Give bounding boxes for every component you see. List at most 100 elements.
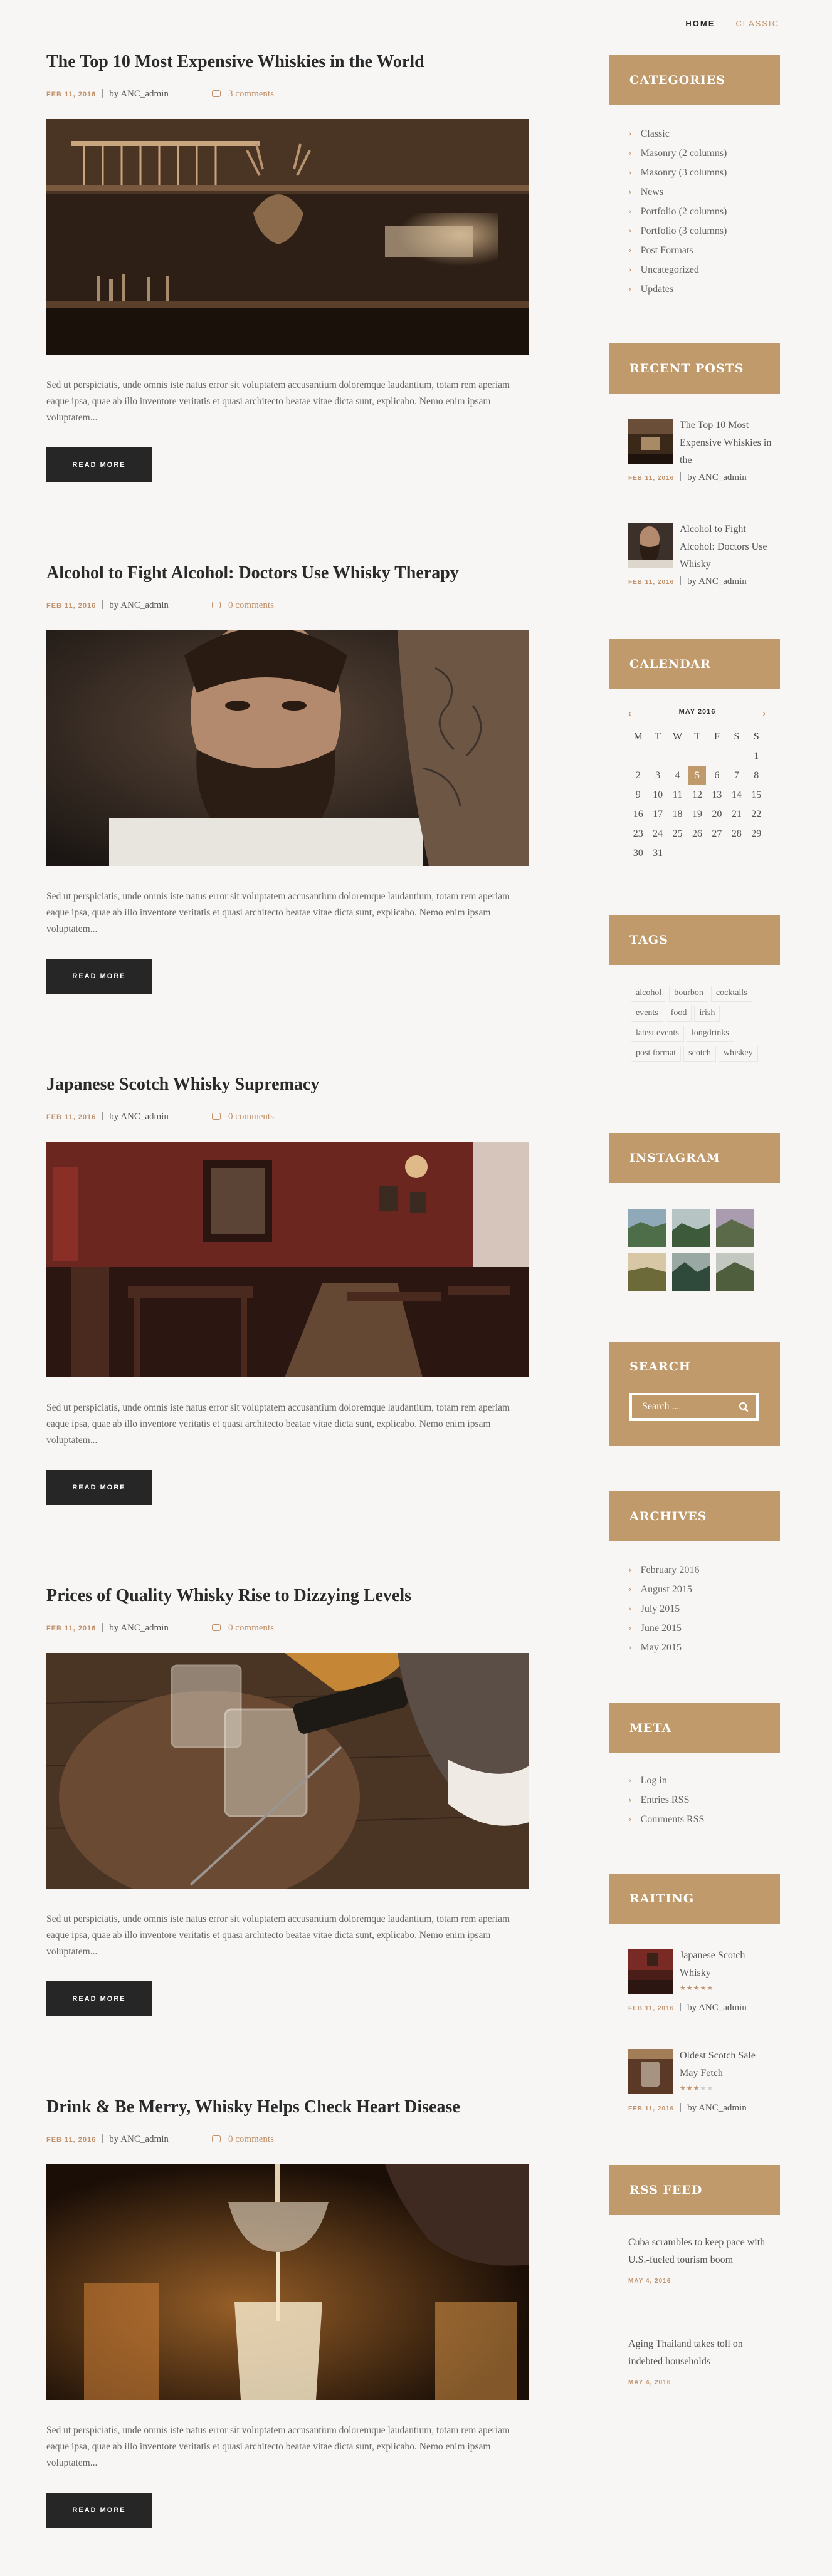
category-item[interactable]: › Portfolio (2 columns): [628, 202, 779, 221]
calendar-day[interactable]: 10: [648, 785, 667, 805]
calendar-next-icon[interactable]: ›: [762, 708, 766, 718]
meta-link[interactable]: › Entries RSS: [628, 1790, 779, 1810]
post-title[interactable]: Alcohol to Fight Alcohol: Doctors Use Wh…: [46, 561, 529, 585]
meta-link[interactable]: › Log in: [628, 1771, 779, 1790]
recent-post-thumbnail[interactable]: [628, 419, 673, 464]
calendar-day[interactable]: 20: [707, 805, 727, 824]
rating-date[interactable]: FEB 11, 2016: [628, 2105, 674, 2112]
instagram-photo[interactable]: [628, 1253, 666, 1291]
post-author[interactable]: by ANC_admin: [109, 89, 169, 99]
rating-thumbnail[interactable]: [628, 2049, 673, 2094]
calendar-day[interactable]: 2: [628, 766, 648, 785]
recent-post-title[interactable]: The Top 10 Most Expensive Whiskies in th…: [680, 417, 774, 469]
category-item[interactable]: › Portfolio (3 columns): [628, 221, 779, 241]
post-date[interactable]: FEB 11, 2016: [46, 1625, 96, 1632]
recent-post-item[interactable]: The Top 10 Most Expensive Whiskies in th…: [628, 419, 779, 500]
archive-item[interactable]: › May 2015: [628, 1638, 779, 1657]
calendar-day[interactable]: 9: [628, 785, 648, 805]
tag-link[interactable]: irish: [694, 1006, 720, 1022]
post-author[interactable]: by ANC_admin: [109, 1112, 169, 1122]
post-title[interactable]: Prices of Quality Whisky Rise to Dizzyin…: [46, 1584, 529, 1608]
rating-item[interactable]: Japanese Scotch Whisky ★★★★★ FEB 11, 201…: [628, 1949, 779, 2030]
calendar-day[interactable]: 18: [668, 805, 687, 824]
post-image[interactable]: [46, 119, 529, 355]
calendar-day[interactable]: 16: [628, 805, 648, 824]
category-item[interactable]: › Post Formats: [628, 241, 779, 260]
calendar-day[interactable]: 26: [687, 824, 707, 843]
rating-title[interactable]: Oldest Scotch Sale May Fetch: [680, 2047, 774, 2082]
recent-post-date[interactable]: FEB 11, 2016: [628, 475, 674, 482]
post-image[interactable]: [46, 1653, 529, 1889]
calendar-day[interactable]: 31: [648, 843, 667, 863]
category-item[interactable]: › Updates: [628, 279, 779, 299]
rss-title[interactable]: Aging Thailand takes toll on indebted ho…: [628, 2335, 772, 2370]
recent-post-item[interactable]: Alcohol to Fight Alcohol: Doctors Use Wh…: [628, 523, 779, 604]
meta-link[interactable]: › Comments RSS: [628, 1810, 779, 1829]
read-more-button[interactable]: Read more: [46, 1981, 152, 2016]
calendar-day[interactable]: 3: [648, 766, 667, 785]
post-comments-link[interactable]: 0 comments: [212, 600, 274, 611]
read-more-button[interactable]: Read more: [46, 959, 152, 994]
calendar-day[interactable]: 27: [707, 824, 727, 843]
search-field[interactable]: [629, 1393, 759, 1421]
calendar-day[interactable]: 7: [727, 766, 746, 785]
tag-link[interactable]: cocktails: [710, 986, 752, 1002]
calendar-day[interactable]: 21: [727, 805, 746, 824]
archive-item[interactable]: › February 2016: [628, 1560, 779, 1580]
rating-author[interactable]: by ANC_admin: [687, 2103, 747, 2113]
recent-post-author[interactable]: by ANC_admin: [687, 576, 747, 587]
post-date[interactable]: FEB 11, 2016: [46, 1113, 96, 1121]
calendar-day[interactable]: 15: [747, 785, 766, 805]
calendar-day[interactable]: 24: [648, 824, 667, 843]
post-date[interactable]: FEB 11, 2016: [46, 602, 96, 610]
tag-link[interactable]: whiskey: [718, 1046, 758, 1062]
tag-link[interactable]: longdrinks: [686, 1026, 734, 1042]
post-comments-link[interactable]: 0 comments: [212, 1623, 274, 1634]
category-item[interactable]: › Masonry (2 columns): [628, 143, 779, 163]
post-image[interactable]: [46, 1142, 529, 1377]
instagram-photo[interactable]: [672, 1253, 710, 1291]
calendar-day[interactable]: 22: [747, 805, 766, 824]
rating-date[interactable]: FEB 11, 2016: [628, 2005, 674, 2012]
tag-link[interactable]: bourbon: [669, 986, 708, 1002]
calendar-day[interactable]: 4: [668, 766, 687, 785]
post-comments-link[interactable]: 0 comments: [212, 1112, 274, 1122]
post-author[interactable]: by ANC_admin: [109, 1623, 169, 1633]
rating-item[interactable]: Oldest Scotch Sale May Fetch ★★★★★ FEB 1…: [628, 2049, 779, 2130]
calendar-prev-icon[interactable]: ‹: [628, 708, 632, 718]
category-item[interactable]: › Uncategorized: [628, 260, 779, 279]
post-date[interactable]: FEB 11, 2016: [46, 91, 96, 98]
post-image[interactable]: [46, 2164, 529, 2400]
archive-item[interactable]: › July 2015: [628, 1599, 779, 1619]
recent-post-title[interactable]: Alcohol to Fight Alcohol: Doctors Use Wh…: [680, 521, 774, 573]
calendar-day[interactable]: 30: [628, 843, 648, 863]
post-title[interactable]: Japanese Scotch Whisky Supremacy: [46, 1073, 529, 1097]
rating-author[interactable]: by ANC_admin: [687, 2003, 747, 2013]
category-item[interactable]: › Classic: [628, 124, 779, 143]
post-date[interactable]: FEB 11, 2016: [46, 2136, 96, 2144]
category-item[interactable]: › News: [628, 182, 779, 202]
instagram-photo[interactable]: [672, 1209, 710, 1247]
recent-post-date[interactable]: FEB 11, 2016: [628, 579, 674, 586]
tag-link[interactable]: food: [665, 1006, 692, 1022]
calendar-day[interactable]: 1: [747, 746, 766, 766]
recent-post-author[interactable]: by ANC_admin: [687, 472, 747, 482]
calendar-today[interactable]: 5: [688, 766, 706, 785]
calendar-day[interactable]: 19: [687, 805, 707, 824]
tag-link[interactable]: scotch: [683, 1046, 716, 1062]
calendar-day[interactable]: 13: [707, 785, 727, 805]
calendar-day[interactable]: 6: [707, 766, 727, 785]
instagram-photo[interactable]: [628, 1209, 666, 1247]
read-more-button[interactable]: Read more: [46, 2493, 152, 2528]
rating-title[interactable]: Japanese Scotch Whisky: [680, 1947, 774, 1982]
rss-title[interactable]: Cuba scrambles to keep pace with U.S.-fu…: [628, 2234, 772, 2269]
read-more-button[interactable]: Read more: [46, 447, 152, 482]
archive-item[interactable]: › June 2015: [628, 1619, 779, 1638]
calendar-day[interactable]: 17: [648, 805, 667, 824]
tag-link[interactable]: latest events: [631, 1026, 684, 1042]
instagram-photo[interactable]: [716, 1209, 754, 1247]
calendar-day[interactable]: 29: [747, 824, 766, 843]
post-author[interactable]: by ANC_admin: [109, 600, 169, 610]
post-image[interactable]: [46, 630, 529, 866]
search-icon[interactable]: [739, 1402, 749, 1413]
